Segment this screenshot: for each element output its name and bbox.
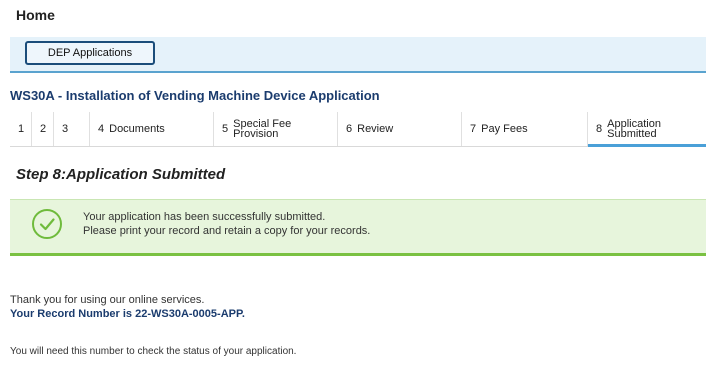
step-8-active: 8 Application Submitted — [588, 112, 706, 147]
step-number: 6 — [346, 123, 353, 135]
step-7: 7 Pay Fees — [462, 112, 588, 146]
success-message: Your application has been successfully s… — [10, 199, 706, 256]
application-title: WS30A - Installation of Vending Machine … — [10, 88, 380, 103]
step-number: 1 — [18, 123, 25, 135]
step-number: 2 — [40, 123, 47, 135]
step-6: 6 Review — [338, 112, 462, 146]
dep-toolbar: DEP Applications — [10, 37, 706, 73]
step-progress-bar: 1 2 3 4 Documents 5 Special Fee Provisio… — [10, 112, 706, 147]
step-4: 4 Documents — [90, 112, 214, 146]
step-number: 5 — [222, 123, 229, 135]
step-number: 4 — [98, 123, 105, 135]
step-label: Review — [357, 123, 394, 135]
step-2: 2 — [32, 112, 54, 146]
record-number: Your Record Number is 22-WS30A-0005-APP. — [10, 308, 245, 320]
success-line-1: Your application has been successfully s… — [83, 211, 326, 223]
step-label: Documents — [109, 123, 165, 135]
step-1: 1 — [10, 112, 32, 146]
step-label: Pay Fees — [481, 123, 528, 135]
check-circle-icon — [32, 209, 62, 239]
step-5: 5 Special Fee Provision — [214, 112, 338, 146]
step-3: 3 — [54, 112, 90, 146]
step-number: 3 — [62, 123, 69, 135]
step-label: Application Submitted — [607, 118, 661, 140]
step-number: 7 — [470, 123, 477, 135]
step-heading: Step 8:Application Submitted — [16, 166, 226, 183]
home-link[interactable]: Home — [16, 7, 55, 23]
dep-applications-button[interactable]: DEP Applications — [25, 41, 155, 65]
status-note: You will need this number to check the s… — [10, 346, 297, 357]
success-line-2: Please print your record and retain a co… — [83, 225, 371, 237]
thank-you-text: Thank you for using our online services. — [10, 294, 205, 306]
success-text: Your application has been successfully s… — [83, 210, 370, 238]
step-number: 8 — [596, 123, 603, 135]
step-label: Special Fee Provision — [233, 118, 292, 140]
